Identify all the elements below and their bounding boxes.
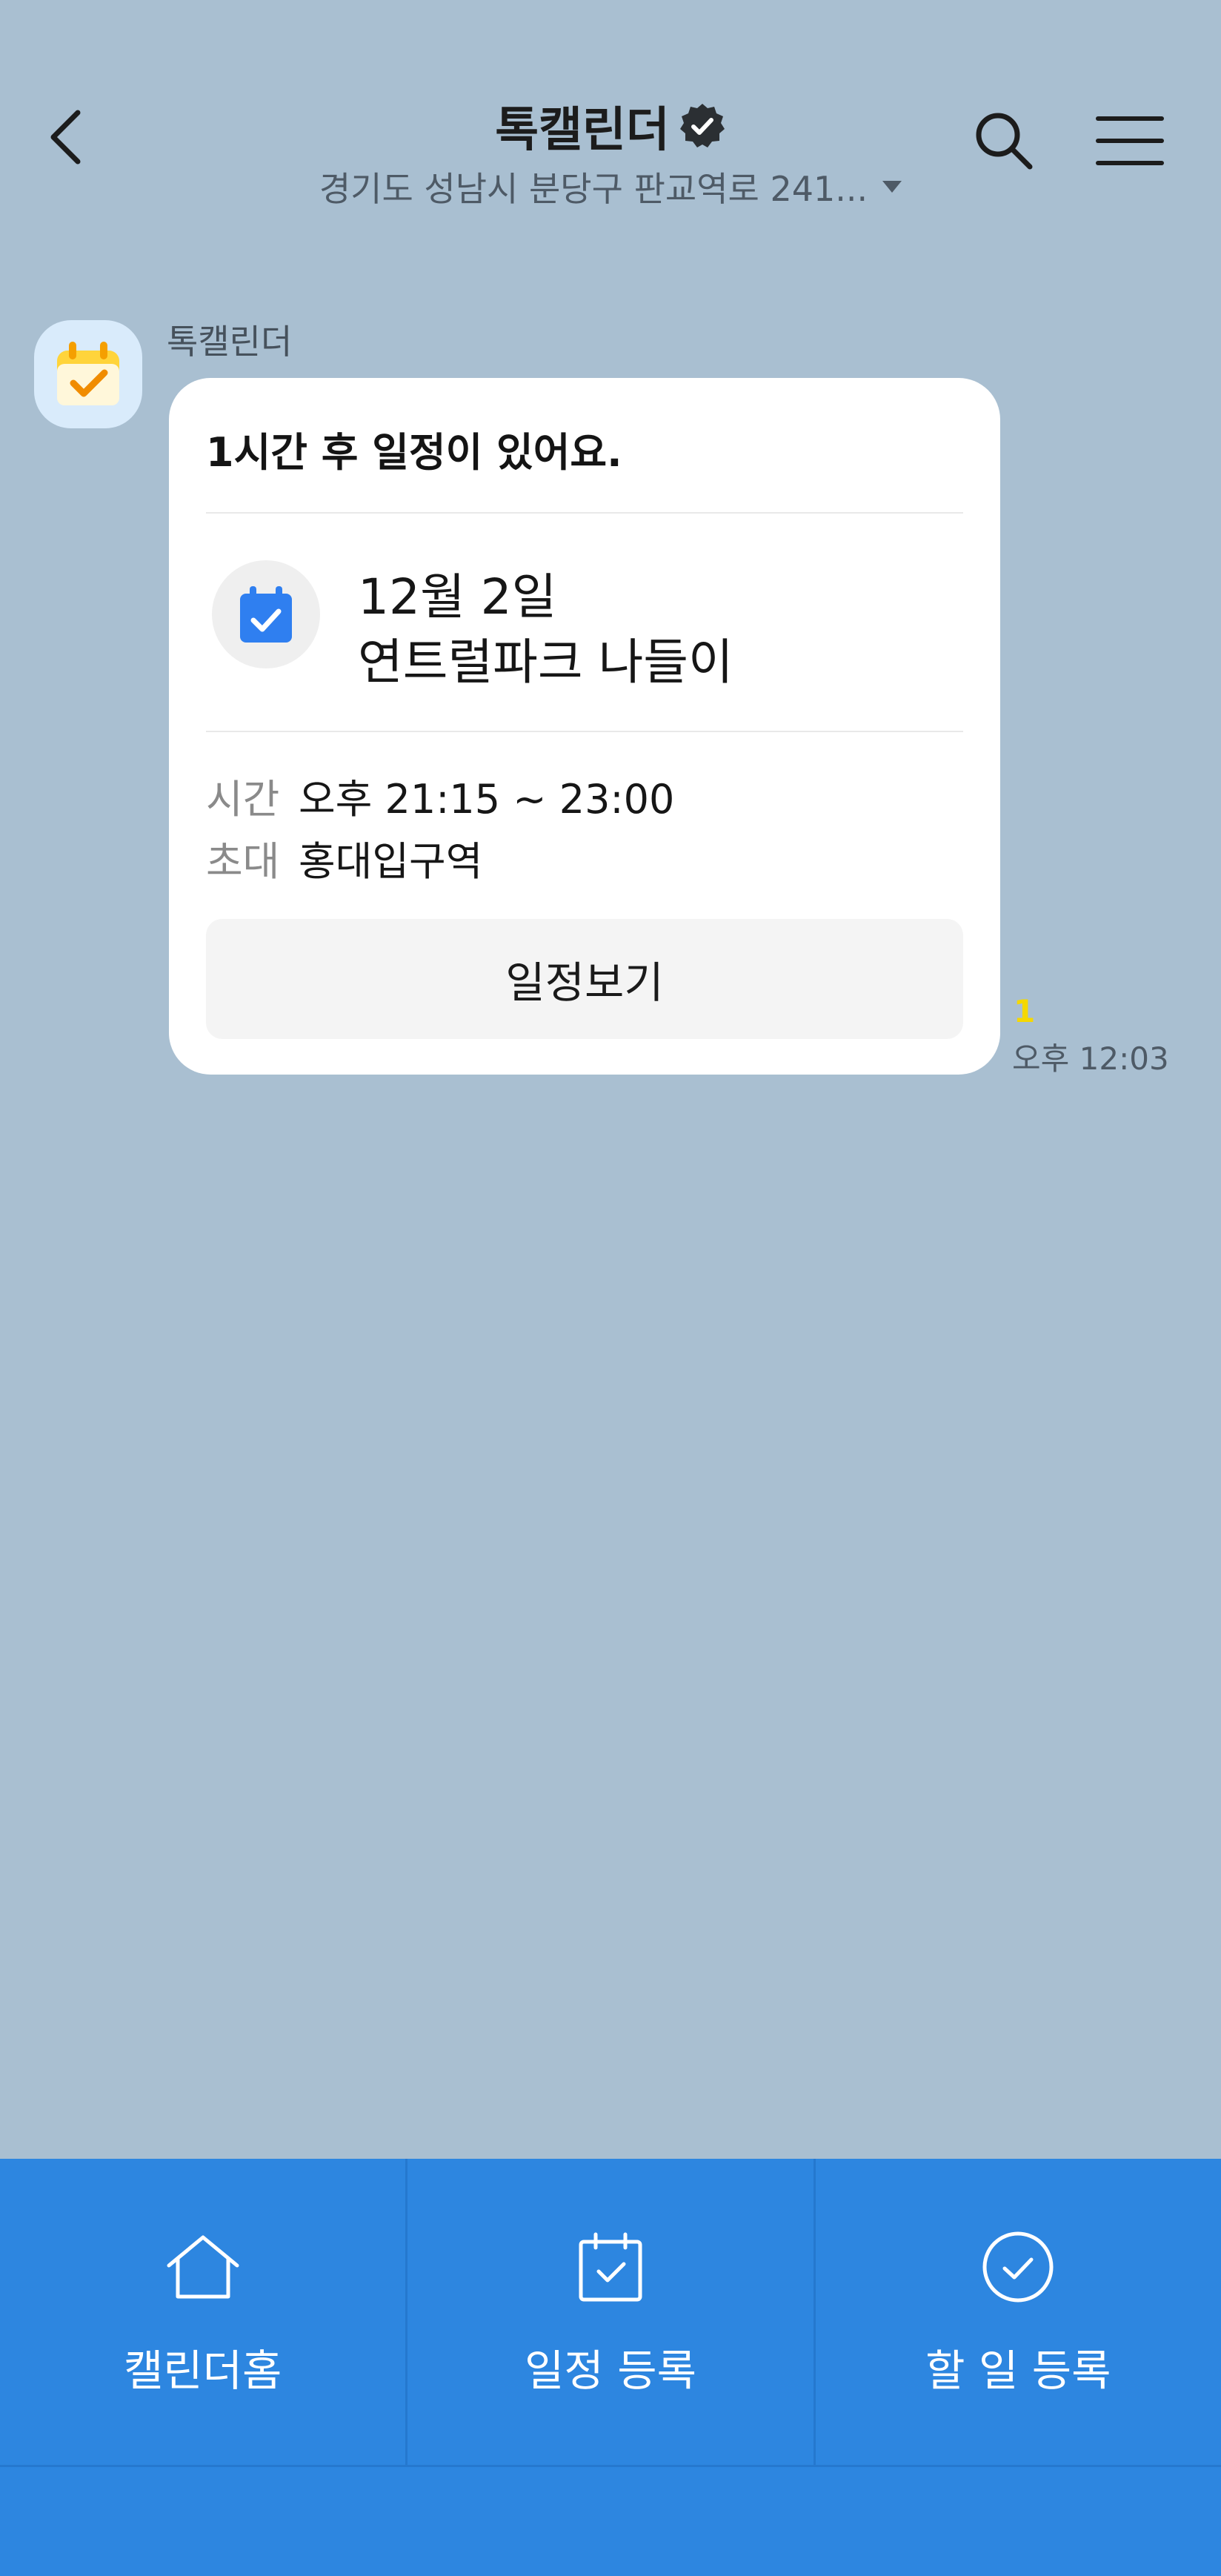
- unread-count: 1: [1014, 993, 1036, 1029]
- card-divider: [206, 512, 963, 514]
- menu-add-schedule[interactable]: 일정 등록: [407, 2159, 816, 2465]
- menu-label: 캘린더홈: [123, 2345, 282, 2396]
- card-heading: 1시간 후 일정이 있어요.: [206, 429, 622, 476]
- invite-label: 초대: [206, 838, 280, 885]
- back-button[interactable]: [37, 96, 96, 178]
- event-date: 12월 2일: [358, 568, 557, 625]
- calendar-logo-icon: [57, 342, 119, 405]
- address-selector[interactable]: 경기도 성남시 분당구 판교역로 241...: [185, 157, 1036, 216]
- home-icon: [162, 2226, 244, 2308]
- schedule-message-card[interactable]: 1시간 후 일정이 있어요. 12월 2일 연트럴파크 나들이 시간 오후 21…: [169, 378, 1000, 1075]
- search-icon: [976, 113, 1033, 170]
- search-button[interactable]: [963, 100, 1045, 182]
- bottom-menu-bar: 캘린더홈 일정 등록 할 일 등록: [0, 2159, 1221, 2576]
- menu-add-todo[interactable]: 할 일 등록: [816, 2159, 1221, 2465]
- menu-calendar-home[interactable]: 캘린더홈: [0, 2159, 408, 2465]
- calendar-check-icon: [570, 2226, 651, 2308]
- message-timestamp: 오후 12:03: [1012, 1040, 1169, 1077]
- sender-avatar[interactable]: [34, 320, 142, 428]
- event-icon-circle: [212, 560, 320, 668]
- time-label: 시간: [206, 776, 280, 823]
- chat-title: 톡캘린더: [495, 103, 670, 158]
- card-divider: [206, 731, 963, 732]
- calendar-check-icon: [240, 586, 292, 643]
- dropdown-caret-icon: [882, 181, 902, 193]
- menu-label: 할 일 등록: [925, 2345, 1111, 2396]
- menu-label: 일정 등록: [525, 2345, 696, 2396]
- check-circle-icon: [977, 2226, 1059, 2308]
- view-schedule-button[interactable]: 일정보기: [206, 919, 963, 1039]
- chevron-left-icon: [50, 110, 81, 165]
- address-text: 경기도 성남시 분당구 판교역로 241...: [319, 169, 868, 209]
- chat-title-bar[interactable]: 톡캘린더: [222, 89, 999, 163]
- hamburger-menu-icon: [1096, 116, 1164, 165]
- sender-name: 톡캘린더: [167, 322, 293, 362]
- time-value: 오후 21:15 ~ 23:00: [299, 776, 675, 823]
- event-name: 연트럴파크 나들이: [358, 634, 733, 691]
- verified-badge-icon: [679, 102, 726, 150]
- invite-value: 홍대입구역: [299, 838, 483, 885]
- menu-button[interactable]: [1085, 100, 1174, 182]
